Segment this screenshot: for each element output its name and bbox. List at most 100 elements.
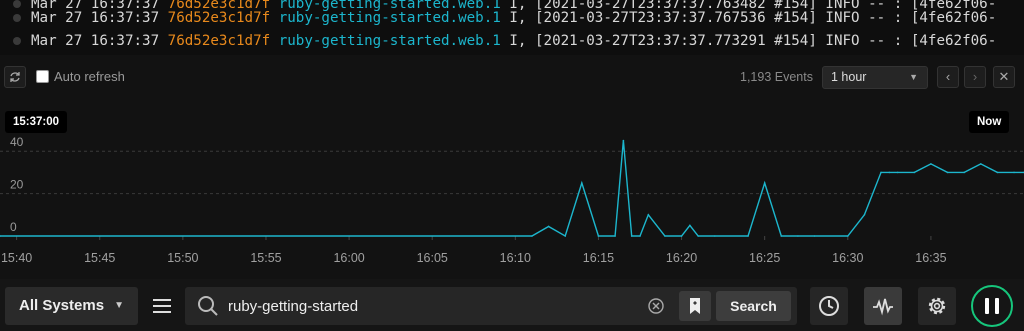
data-point: [880, 171, 882, 174]
x-tick-label: 15:40: [1, 251, 32, 265]
auto-refresh-checkbox[interactable]: [36, 70, 49, 83]
x-tick-label: 15:50: [167, 251, 198, 265]
log-line[interactable]: Mar 27 16:37:37 76d52e3c1d7f ruby-gettin…: [0, 6, 1024, 30]
log-dot-icon: [13, 37, 21, 45]
log-dot-icon: [13, 14, 21, 22]
chart-start-label: 15:37:00: [5, 111, 68, 133]
x-tick-label: 16:25: [749, 251, 780, 265]
x-tick-label: 16:05: [417, 251, 448, 265]
data-point: [888, 171, 891, 174]
log-line[interactable]: Mar 27 16:37:37 76d52e3c1d7f ruby-gettin…: [0, 29, 1024, 53]
data-point: [846, 235, 849, 237]
history-button[interactable]: [810, 287, 848, 325]
log-viewer: Mar 27 16:37:37 76d52e3c1d7f ruby-gettin…: [0, 0, 1024, 55]
clock-icon: [819, 296, 839, 316]
data-point: [630, 235, 633, 237]
data-point: [763, 182, 766, 184]
x-tick-label: 15:45: [84, 251, 115, 265]
pause-button[interactable]: [971, 285, 1013, 327]
systems-dropdown[interactable]: All Systems ▼: [5, 287, 138, 325]
events-count: 1,193 Events: [740, 70, 813, 84]
previous-button[interactable]: ‹: [937, 66, 959, 88]
data-point: [863, 214, 866, 216]
events-chart[interactable]: 15:37:00 Now 0 20 40 15:40 15:45 15:50 15:55 16…: [0, 100, 1024, 272]
timeline-toolbar: Auto refresh 1,193 Events 1 hour ▼ ‹ › ✕: [0, 60, 1024, 96]
y-tick-label: 0: [10, 220, 17, 234]
data-point: [913, 171, 916, 174]
data-point: [664, 235, 666, 237]
caret-down-icon: ▼: [909, 72, 918, 82]
log-app[interactable]: ruby-getting-started.web.1: [279, 33, 501, 49]
data-point: [581, 182, 583, 184]
log-message: I, [2021-03-27T23:37:37.773291 #154] INF…: [509, 33, 997, 49]
log-timestamp: Mar 27 16:37:37: [31, 10, 160, 26]
data-point: [996, 171, 999, 174]
auto-refresh-label[interactable]: Auto refresh: [54, 69, 125, 84]
log-app[interactable]: ruby-getting-started.web.1: [279, 10, 501, 26]
time-range-value: 1 hour: [831, 70, 867, 84]
chart-svg: 0 20 40 15:40 15:45 15:50 15:55 16:00 16:05 16:10…: [0, 135, 1024, 270]
log-timestamp: Mar 27 16:37:37: [31, 33, 160, 49]
chart-end-label: Now: [969, 111, 1010, 133]
data-point: [780, 235, 783, 237]
x-tick-label: 15:55: [250, 251, 281, 265]
close-icon: ✕: [998, 69, 1010, 84]
data-point: [680, 235, 683, 237]
data-point: [896, 171, 899, 174]
systems-label: All Systems: [19, 297, 105, 314]
refresh-button[interactable]: [4, 66, 26, 88]
x-tick-label: 16:10: [500, 251, 531, 265]
data-point: [647, 214, 650, 216]
data-point: [547, 225, 550, 228]
refresh-icon: [10, 72, 20, 82]
settings-button[interactable]: [918, 287, 956, 325]
close-button[interactable]: ✕: [993, 66, 1015, 88]
data-point: [689, 224, 691, 227]
x-tick-label: 16:35: [915, 251, 946, 265]
bookmark-icon: [690, 298, 700, 314]
caret-down-icon: ▼: [114, 300, 124, 311]
data-point: [622, 139, 625, 142]
search-button[interactable]: Search: [716, 291, 791, 321]
activity-button[interactable]: [864, 287, 902, 325]
log-content: Mar 27 16:37:37 76d52e3c1d7f ruby-gettin…: [31, 6, 996, 30]
menu-button[interactable]: [143, 287, 181, 325]
data-point: [639, 235, 641, 237]
search-box[interactable]: Search: [185, 287, 797, 325]
log-host[interactable]: 76d52e3c1d7f: [168, 33, 271, 49]
chevron-left-icon: ‹: [945, 69, 951, 84]
search-icon: [198, 296, 218, 316]
gear-icon: [928, 297, 946, 315]
y-tick-label: 20: [10, 178, 24, 192]
data-point: [697, 235, 699, 237]
next-button[interactable]: ›: [964, 66, 986, 88]
log-host[interactable]: 76d52e3c1d7f: [168, 10, 271, 26]
y-tick-label: 40: [10, 135, 24, 149]
data-point: [797, 235, 799, 237]
data-point: [1013, 171, 1015, 174]
clear-circle-icon[interactable]: [647, 297, 665, 315]
chevron-right-icon: ›: [972, 69, 978, 84]
pause-icon: [985, 298, 999, 314]
data-point: [564, 235, 566, 237]
search-bar: All Systems ▼ Search: [0, 279, 1024, 331]
bookmark-button[interactable]: [679, 291, 711, 321]
data-point: [963, 171, 965, 174]
data-point: [747, 235, 749, 237]
hamburger-icon: [153, 299, 171, 313]
pulse-icon: [873, 298, 893, 316]
x-tick-label: 16:00: [333, 251, 364, 265]
x-tick-label: 16:15: [583, 251, 614, 265]
data-point: [597, 235, 600, 237]
time-range-select[interactable]: 1 hour ▼: [822, 66, 928, 89]
data-point: [531, 235, 533, 237]
data-point: [813, 235, 816, 237]
log-message: I, [2021-03-27T23:37:37.767536 #154] INF…: [509, 10, 997, 26]
search-input[interactable]: [228, 287, 648, 325]
x-tick-label: 16:30: [832, 251, 863, 265]
data-point: [979, 163, 982, 165]
data-point: [614, 235, 616, 237]
series-line: [0, 140, 1024, 238]
log-content: Mar 27 16:37:37 76d52e3c1d7f ruby-gettin…: [31, 29, 996, 53]
data-point: [930, 163, 932, 165]
